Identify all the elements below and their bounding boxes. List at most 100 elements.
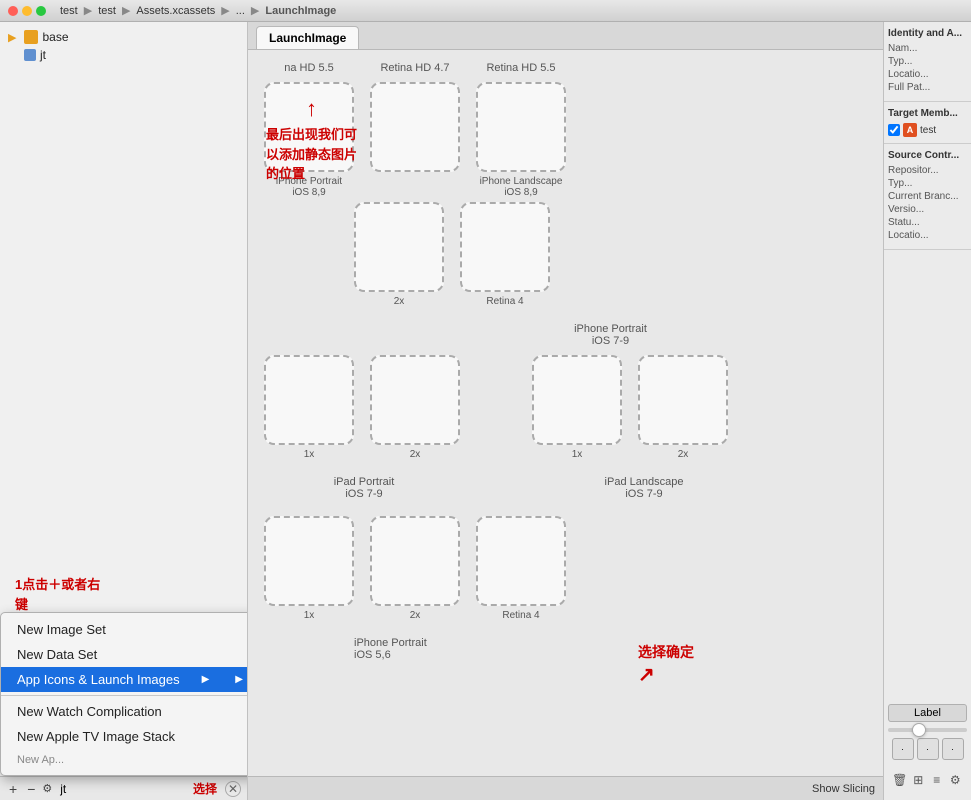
action-icon: ⚙ — [42, 782, 52, 795]
breadcrumb-5: LaunchImage — [265, 5, 336, 17]
identity-type-label: Typ... — [888, 56, 912, 67]
target-section: Target Memb... A test — [884, 102, 971, 144]
slot-sub-retina4: Retina 4 — [486, 296, 523, 307]
filter-label-jt: jt — [56, 782, 189, 796]
label-portrait-56: iPhone PortraitiOS 5,6 — [354, 637, 867, 661]
identity-name-row: Nam... — [888, 43, 967, 54]
slot-col-retina4: Retina 4 — [460, 202, 550, 307]
row-ipad-labels: iPad PortraitiOS 7-9 iPad LandscapeiOS 7… — [264, 476, 867, 500]
source-branch-label: Current Branc... — [888, 191, 959, 202]
label-retina-hd-47: Retina HD 4.7 — [380, 62, 449, 74]
dot-btn-1[interactable]: · — [892, 738, 914, 760]
menu-more[interactable]: New Ap... — [1, 749, 248, 771]
breadcrumb-3: Assets.xcassets — [136, 5, 215, 17]
slot-sub-b-2x: 2x — [410, 610, 421, 621]
label-retina-hd-55b: Retina HD 5.5 — [486, 62, 555, 74]
slider-thumb[interactable] — [912, 723, 926, 737]
slot-col-retina-hd47: Retina HD 4.7 — [370, 62, 460, 172]
sidebar-item-label: base — [42, 30, 68, 44]
menu-new-watch[interactable]: New Watch Complication — [1, 699, 248, 724]
identity-type-row: Typ... — [888, 56, 967, 67]
list-icon-button[interactable]: ≡ — [929, 770, 945, 790]
identity-title: Identity and A... — [888, 28, 967, 39]
breadcrumb-4: ... — [236, 5, 245, 17]
add-button[interactable]: + — [6, 781, 20, 797]
annotation-step3: ↑ 最后出现我们可 以添加静态图片 的位置 — [266, 92, 357, 184]
slot-sub-landscape-89: iPhone LandscapeiOS 8,9 — [480, 176, 563, 198]
image-slot-b-2x[interactable] — [370, 516, 460, 606]
slot-col-b-2x: 2x — [370, 516, 460, 621]
target-title: Target Memb... — [888, 108, 967, 119]
image-slot-ipad-p-1x[interactable] — [264, 355, 354, 445]
trash-icon-button[interactable]: 🗑 — [892, 770, 908, 790]
label-ipad-landscape: iPad LandscapeiOS 7-9 — [544, 476, 744, 500]
identity-location-label: Locatio... — [888, 69, 929, 80]
submenu-arrow-icon: ▶ — [202, 674, 210, 685]
slot-col-b-retina4: Retina 4 — [476, 516, 566, 621]
slot-sub-ipad-p-1x: 1x — [304, 449, 315, 460]
top-bar: test ▶ test ▶ Assets.xcassets ▶ ... ▶ La… — [0, 0, 971, 22]
target-checkbox[interactable] — [888, 124, 900, 136]
remove-button[interactable]: − — [24, 781, 38, 797]
folder-color-icon — [24, 30, 38, 44]
annotation-step4: 选择确定 ↗ — [638, 642, 694, 687]
dots-row: · · · — [888, 738, 967, 760]
menu-app-icons-launch[interactable]: App Icons & Launch Images ▶ New iOS App … — [1, 667, 248, 692]
image-slot-retina-hd47[interactable] — [370, 82, 460, 172]
context-menu: New Image Set New Data Set App Icons & L… — [0, 612, 248, 776]
image-slot-ipad-l-2x[interactable] — [638, 355, 728, 445]
source-section: Source Contr... Repositor... Typ... Curr… — [884, 144, 971, 250]
window-controls — [8, 6, 46, 16]
dot-btn-3[interactable]: · — [942, 738, 964, 760]
breadcrumb: test — [60, 5, 78, 17]
source-version-label: Versio... — [888, 204, 924, 215]
clear-filter-button[interactable]: ✕ — [225, 781, 241, 797]
source-type-row: Typ... — [888, 178, 967, 189]
label-retina-hd-55: na HD 5.5 — [284, 62, 334, 74]
slot-col-ipad-p-2x: 2x — [370, 355, 460, 460]
center-panel: LaunchImage na HD 5.5 iPhone PortraitiOS… — [248, 22, 883, 800]
slot-sub-ipad-l-1x: 1x — [572, 449, 583, 460]
image-slot-b-retina4[interactable] — [476, 516, 566, 606]
slot-sub-ipad-l-2x: 2x — [678, 449, 689, 460]
image-slot-ipad-l-1x[interactable] — [532, 355, 622, 445]
right-panel-icons: 🗑 ⊞ ≡ ⚙ — [888, 766, 967, 794]
source-location-row: Locatio... — [888, 230, 967, 241]
select-label: 选择 — [193, 780, 217, 797]
slot-sub-b-1x: 1x — [304, 610, 315, 621]
label-portrait-79: iPhone PortraitiOS 7-9 — [354, 323, 867, 347]
image-slot-ipad-p-2x[interactable] — [370, 355, 460, 445]
slot-col-ipad-l-2x: 2x — [638, 355, 728, 460]
sidebar: ▶ base jt + − ⚙ jt 选择 ✕ — [0, 22, 248, 800]
image-slot-retina-hd55b[interactable] — [476, 82, 566, 172]
label-ipad-portrait: iPad PortraitiOS 7-9 — [264, 476, 464, 500]
menu-new-image-set[interactable]: New Image Set — [1, 617, 248, 642]
show-slicing-button[interactable]: Show Slicing — [812, 783, 875, 795]
row-ipad-79: 1x 2x 1x 2x — [264, 355, 867, 460]
source-status-row: Statu... — [888, 217, 967, 228]
image-slot-retina4[interactable] — [460, 202, 550, 292]
menu-new-apple-tv[interactable]: New Apple TV Image Stack — [1, 724, 248, 749]
menu-new-data-set[interactable]: New Data Set — [1, 642, 248, 667]
grid-icon-button[interactable]: ⊞ — [911, 770, 927, 790]
sidebar-item-base[interactable]: ▶ base — [0, 28, 247, 46]
right-panel: Identity and A... Nam... Typ... Locatio.… — [883, 22, 971, 800]
sidebar-item-label-jt: jt — [40, 48, 46, 62]
asset-grid: na HD 5.5 iPhone PortraitiOS 8,9 Retina … — [248, 50, 883, 776]
tab-launchimage[interactable]: LaunchImage — [256, 26, 359, 49]
image-slot-b-1x[interactable] — [264, 516, 354, 606]
slot-sub-ipad-p-2x: 2x — [410, 449, 421, 460]
identity-section: Identity and A... Nam... Typ... Locatio.… — [884, 22, 971, 102]
slot-col-2x: 2x — [354, 202, 444, 307]
dot-btn-2[interactable]: · — [917, 738, 939, 760]
filter-icon-button[interactable]: ⚙ — [948, 770, 964, 790]
row-2x-retina4: 2x Retina 4 — [354, 202, 867, 307]
sidebar-item-jt[interactable]: jt — [0, 46, 247, 64]
slot-col-ipad-p-1x: 1x — [264, 355, 354, 460]
slot-sub-2x: 2x — [394, 296, 405, 307]
identity-fullpath-row: Full Pat... — [888, 82, 967, 93]
slot-sub-b-retina4: Retina 4 — [502, 610, 539, 621]
folder-icon: ▶ — [8, 31, 16, 44]
image-slot-2x[interactable] — [354, 202, 444, 292]
row-bottom-slots: 1x 2x Retina 4 — [264, 516, 867, 621]
